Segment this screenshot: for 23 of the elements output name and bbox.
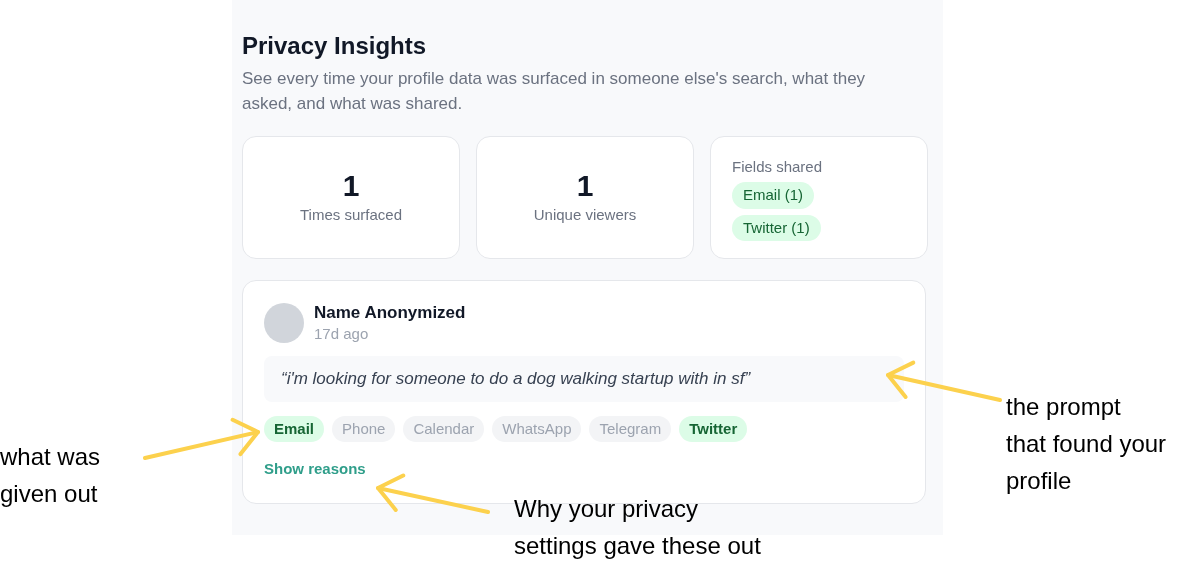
annotation-text: the prompt that found your profile xyxy=(1006,392,1167,496)
field-chip: Phone xyxy=(332,415,396,442)
viewer-name: Name Anonymized xyxy=(314,302,466,324)
show-reasons-link[interactable]: Show reasons xyxy=(264,458,366,481)
annotation-text: what was given out xyxy=(0,442,101,509)
field-chip: Email (1) xyxy=(732,182,814,209)
avatar-icon xyxy=(264,303,304,343)
stat-label: Fields shared xyxy=(732,158,823,176)
page-description: See every time your profile data was surfaced in someone else's search, what they asked, and what was shared. xyxy=(242,68,867,115)
stat-value: 1 xyxy=(342,168,360,205)
field-chip: Calendar xyxy=(403,415,485,442)
time-ago: 17d ago xyxy=(314,324,370,344)
field-chip: WhatsApp xyxy=(492,415,582,442)
field-chip: Email xyxy=(264,415,325,442)
stat-value: 1 xyxy=(576,168,594,205)
annotation-text: Why your privacy settings gave these out xyxy=(514,494,761,561)
prompt-quote: “i'm looking for someone to do a dog walking startup with in sf” xyxy=(264,356,904,402)
stat-label: Unique viewers xyxy=(533,205,637,226)
field-chip: Twitter xyxy=(679,415,748,442)
stat-label: Times surfaced xyxy=(300,205,402,226)
field-chip: Twitter (1) xyxy=(732,214,821,241)
field-chip: Telegram xyxy=(589,415,672,442)
page-title: Privacy Insights xyxy=(242,31,428,61)
